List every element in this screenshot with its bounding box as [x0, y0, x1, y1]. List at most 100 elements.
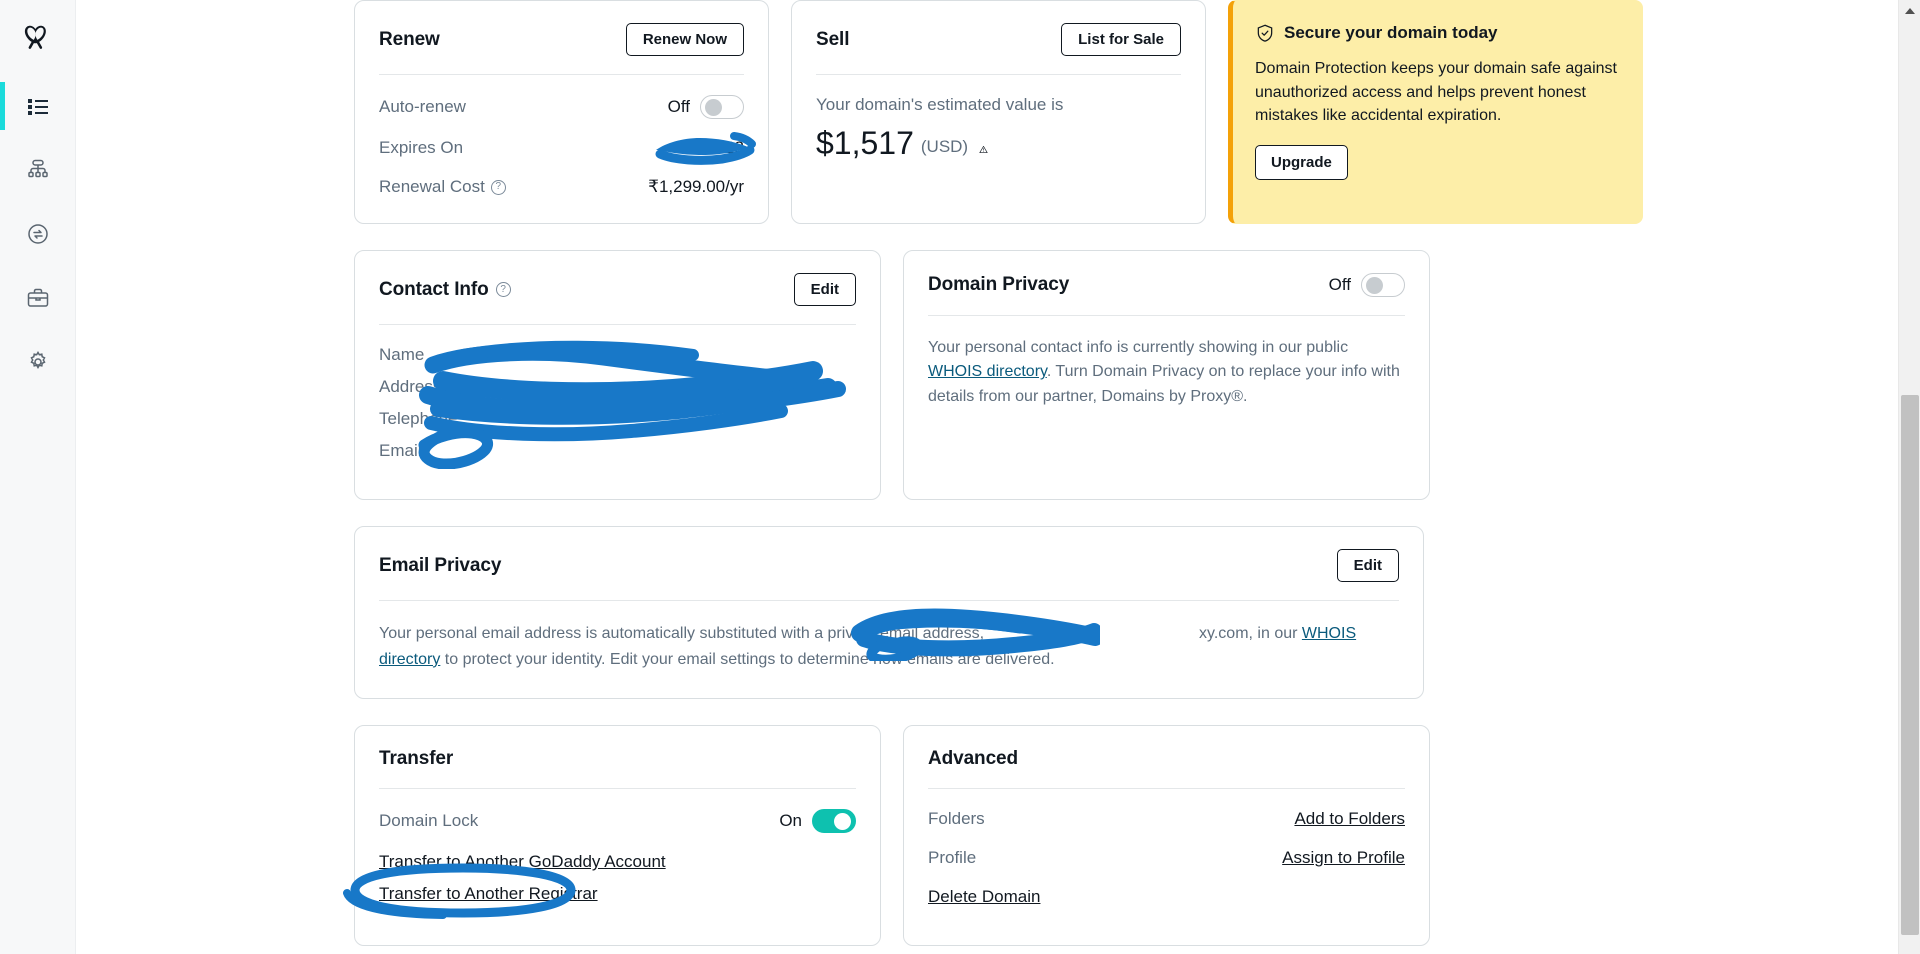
contact-row-telephone: Telephone [379, 409, 856, 429]
email-privacy-text-2: , in our [1248, 625, 1302, 642]
third-row: Email Privacy Edit Your personal email a… [354, 526, 1644, 700]
estimated-value: $1,517 [816, 125, 914, 161]
sidebar-item-forwarding[interactable] [0, 202, 75, 266]
sell-card: Sell List for Sale Your domain's estimat… [791, 0, 1206, 224]
main-content-area: Renew Renew Now Auto-renew Off Expires O… [76, 0, 1920, 954]
domain-lock-label: Domain Lock [379, 811, 479, 831]
transfer-header: Transfer [379, 748, 856, 790]
contact-label-address: Address [379, 377, 442, 396]
contact-info-header: Contact Info ? Edit [379, 273, 856, 325]
info-icon[interactable]: ? [495, 282, 511, 297]
renewal-cost-label: Renewal Cost ? [379, 177, 506, 197]
scrollbar-thumb[interactable] [1901, 395, 1919, 935]
promo-title: Secure your domain today [1284, 23, 1498, 42]
assign-to-profile-link[interactable]: Assign to Profile [1282, 848, 1405, 868]
email-privacy-body: Your personal email address is automatic… [379, 621, 1399, 672]
domain-privacy-state: Off [1328, 275, 1351, 294]
domain-privacy-toggle[interactable] [1361, 273, 1405, 297]
gear-icon [29, 351, 46, 369]
promo-body: Domain Protection keeps your domain safe… [1255, 60, 1617, 125]
advanced-title: Advanced [928, 748, 1019, 770]
email-privacy-title: Email Privacy [379, 554, 502, 576]
contact-info-title: Contact Info [379, 278, 489, 300]
sidebar-item-dns[interactable] [0, 138, 75, 202]
sell-price-row: $1,517 (USD) [816, 125, 1181, 162]
fourth-row: Transfer Domain Lock On Transfer to Anot… [343, 725, 1644, 947]
auto-renew-row: Auto-renew Off [379, 95, 744, 119]
whois-directory-link[interactable]: WHOIS directory [928, 363, 1047, 380]
auto-renew-state: Off [667, 97, 690, 116]
warning-triangle-icon[interactable] [975, 145, 992, 162]
sell-title: Sell [816, 28, 850, 50]
contact-row-address: Address [379, 377, 856, 397]
top-row: Renew Renew Now Auto-renew Off Expires O… [354, 0, 1644, 224]
profile-label: Profile [928, 848, 977, 868]
renew-now-button[interactable]: Renew Now [625, 23, 744, 56]
add-to-folders-link[interactable]: Add to Folders [1294, 809, 1405, 829]
contact-row-name: Name [379, 345, 856, 365]
godaddy-logo[interactable] [0, 0, 75, 74]
auto-renew-label: Auto-renew [379, 97, 466, 116]
scrollbar-up-arrow[interactable] [1899, 0, 1920, 22]
domain-lock-toggle-wrap: On [779, 809, 856, 834]
sell-card-header: Sell List for Sale [816, 23, 1181, 75]
sidebar-item-my-products[interactable] [0, 74, 75, 138]
folders-row: Folders Add to Folders [928, 809, 1405, 829]
email-privacy-card: Email Privacy Edit Your personal email a… [354, 526, 1424, 700]
advanced-links: Delete Domain [928, 887, 1405, 907]
auto-renew-toggle[interactable] [700, 95, 744, 119]
upgrade-button[interactable]: Upgrade [1255, 145, 1348, 181]
transfer-card: Transfer Domain Lock On Transfer to Anot… [343, 725, 881, 947]
left-sidebar [0, 0, 76, 954]
delete-domain-link[interactable]: Delete Domain [928, 887, 1405, 907]
transfer-to-godaddy-account-link[interactable]: Transfer to Another GoDaddy Account [379, 852, 856, 872]
second-row: Contact Info ? Edit Name Address Telepho… [354, 250, 1644, 500]
promo-title-row: Secure your domain today [1255, 23, 1618, 43]
renew-card-header: Renew Renew Now [379, 23, 744, 75]
contact-label-telephone: Telephone [379, 409, 458, 428]
chevron-up-icon [1905, 8, 1915, 14]
advanced-header: Advanced [928, 748, 1405, 790]
profile-row: Profile Assign to Profile [928, 848, 1405, 868]
info-icon[interactable]: ? [490, 179, 506, 195]
transfer-to-another-registrar-link[interactable]: Transfer to Another Registrar [379, 884, 856, 904]
vertical-scrollbar[interactable] [1898, 0, 1920, 954]
domain-privacy-toggle-wrap: Off [1329, 273, 1405, 297]
email-privacy-header: Email Privacy Edit [379, 549, 1399, 601]
renew-title: Renew [379, 28, 440, 50]
domain-privacy-body: Your personal contact info is currently … [928, 336, 1405, 409]
content-column: Renew Renew Now Auto-renew Off Expires O… [343, 0, 1644, 947]
currency-label: (USD) [920, 137, 969, 156]
domain-protection-promo-card: Secure your domain today Domain Protecti… [1228, 0, 1643, 224]
hierarchy-icon [27, 159, 48, 178]
auto-renew-toggle-wrap: Off [668, 95, 744, 119]
folders-label: Folders [928, 809, 985, 829]
sell-subtitle: Your domain's estimated value is [816, 95, 1064, 114]
domain-lock-row: Domain Lock On [379, 809, 856, 834]
contact-info-title-wrap: Contact Info ? [379, 279, 511, 301]
sidebar-item-portfolio[interactable] [0, 266, 75, 330]
contact-label-email: Email [379, 441, 422, 460]
expires-on-row: Expires On 28 [379, 132, 756, 165]
transfer-circle-icon [27, 224, 48, 244]
email-privacy-text-1: Your personal email address is automatic… [379, 625, 985, 642]
list-for-sale-button[interactable]: List for Sale [1061, 23, 1181, 56]
transfer-title: Transfer [379, 748, 454, 770]
advanced-card: Advanced Folders Add to Folders Profile … [903, 725, 1430, 947]
contact-label-name: Name [379, 345, 425, 364]
email-redacted-suffix: xy.com [1199, 625, 1249, 642]
list-icon [27, 99, 48, 115]
contact-info-edit-button[interactable]: Edit [793, 273, 856, 306]
contact-info-card: Contact Info ? Edit Name Address Telepho… [354, 250, 881, 500]
domain-privacy-title: Domain Privacy [928, 274, 1070, 295]
expires-on-label: Expires On [379, 138, 464, 157]
page-root: Renew Renew Now Auto-renew Off Expires O… [0, 0, 1920, 954]
domain-lock-toggle[interactable] [812, 809, 856, 834]
renewal-cost-value: ₹1,299.00/yr [648, 177, 744, 196]
email-privacy-edit-button[interactable]: Edit [1336, 549, 1399, 582]
contact-info-list: Name Address Telephone Email [379, 345, 856, 461]
domain-privacy-header: Domain Privacy Off [928, 273, 1405, 316]
domain-lock-state: On [779, 811, 802, 831]
briefcase-icon [27, 288, 48, 307]
sidebar-item-settings[interactable] [0, 330, 75, 394]
